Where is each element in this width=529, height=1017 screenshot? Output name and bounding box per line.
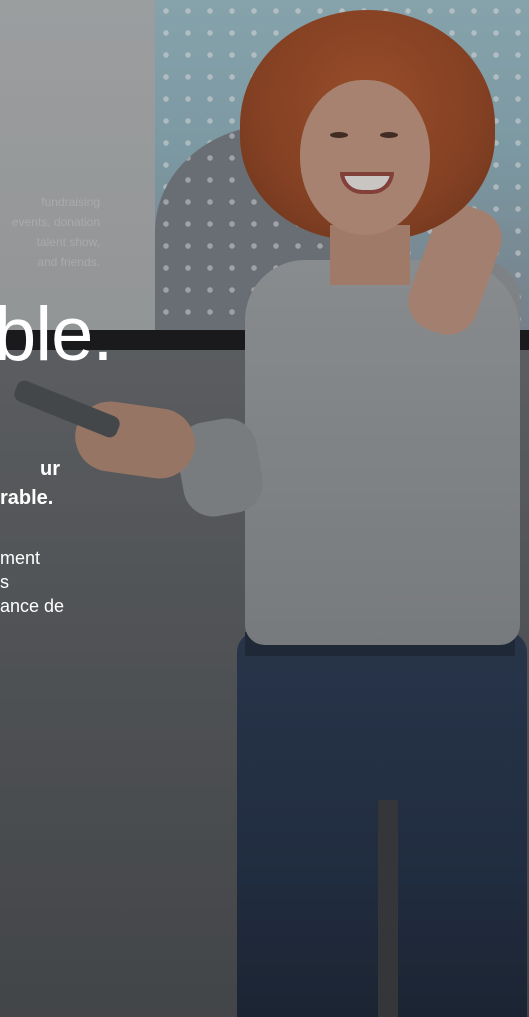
hero-body-text: ment s ance de (0, 546, 64, 618)
body-line: ment (0, 548, 41, 568)
subheading-line: rable. (0, 487, 54, 509)
body-line: s (0, 572, 9, 592)
hero-subheading: ur rable. (0, 455, 60, 513)
hero-banner: fundraising events, donation talent show… (0, 0, 529, 1017)
dark-overlay (0, 0, 529, 1017)
hero-headline: ble. (0, 292, 114, 377)
body-line: ance de (0, 596, 65, 616)
subheading-line: ur (40, 458, 60, 480)
